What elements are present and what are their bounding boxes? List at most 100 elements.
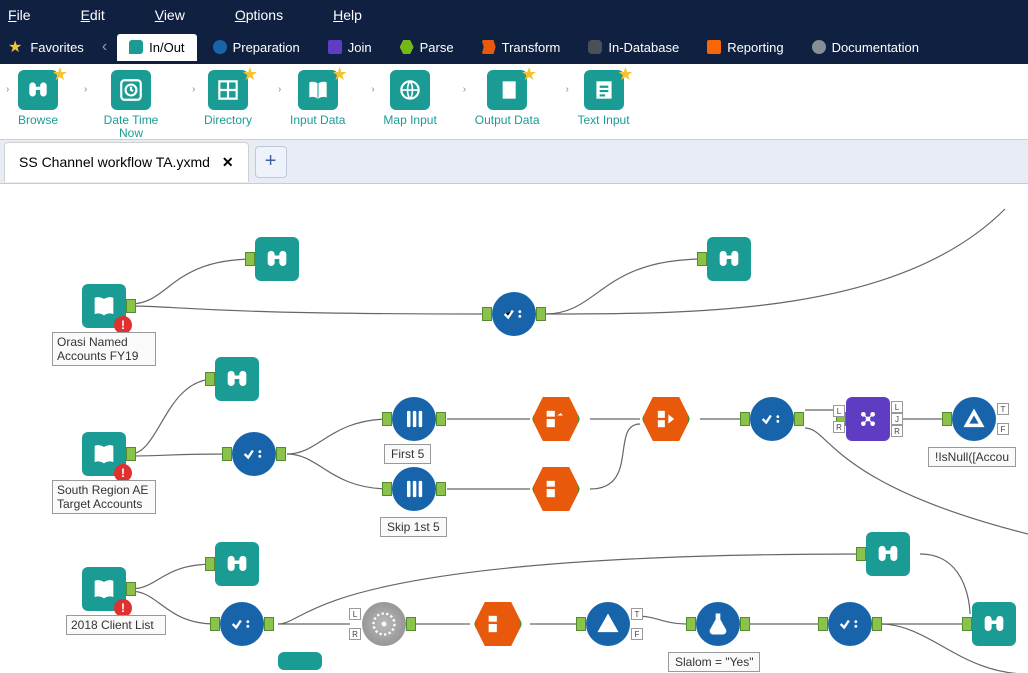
- book-icon: !: [82, 432, 126, 476]
- node-formula[interactable]: [696, 602, 740, 646]
- folder-icon: [129, 40, 143, 54]
- category-in-out[interactable]: In/Out: [117, 34, 196, 61]
- binoculars-icon: [707, 237, 751, 281]
- node-browse-2[interactable]: [707, 237, 751, 281]
- menu-view[interactable]: View: [155, 7, 185, 23]
- node-input-clients[interactable]: ! 2018 Client List: [82, 567, 126, 611]
- category-reporting[interactable]: Reporting: [695, 34, 795, 61]
- tool-palette: › ★ Browse › Date Time Now › ★ Directory…: [0, 64, 1028, 140]
- workflow-canvas[interactable]: ! Orasi Named Accounts FY19 ! South Regi…: [0, 184, 1028, 673]
- tool-map-input[interactable]: › Map Input: [383, 70, 436, 127]
- summarize-icon: [644, 397, 688, 441]
- annotation-first5: First 5: [384, 444, 431, 464]
- window-icon: ★: [208, 70, 248, 110]
- square-icon: [328, 40, 342, 54]
- node-browse-3[interactable]: [215, 357, 259, 401]
- book-icon: ★: [298, 70, 338, 110]
- node-transpose-2[interactable]: [534, 467, 578, 511]
- binoculars-icon: [972, 602, 1016, 646]
- chevron-icon: [482, 40, 496, 54]
- menu-options[interactable]: Options: [235, 7, 283, 23]
- category-ribbon: ★ Favorites ‹ In/Out Preparation Join Pa…: [0, 30, 1028, 64]
- transpose-icon: [534, 467, 578, 511]
- select-icon: [828, 602, 872, 646]
- category-documentation[interactable]: Documentation: [800, 34, 931, 61]
- node-partial[interactable]: [278, 652, 322, 670]
- tool-output-data[interactable]: › ★ Output Data: [475, 70, 540, 127]
- binoculars-icon: ★: [18, 70, 58, 110]
- text-page-icon: ★: [584, 70, 624, 110]
- binoculars-icon: [215, 357, 259, 401]
- flask-icon: [696, 602, 740, 646]
- node-sample-skip5[interactable]: [392, 467, 436, 511]
- node-browse-5[interactable]: [866, 532, 910, 576]
- category-transform[interactable]: Transform: [470, 34, 573, 61]
- tool-text-input[interactable]: › ★ Text Input: [578, 70, 630, 127]
- select-icon: [220, 602, 264, 646]
- node-saw[interactable]: L R: [362, 602, 406, 646]
- ribbon-prev-icon[interactable]: ‹: [96, 38, 113, 56]
- menu-file[interactable]: File: [8, 7, 31, 23]
- node-browse-4[interactable]: [215, 542, 259, 586]
- node-caption: Orasi Named Accounts FY19: [52, 332, 156, 366]
- transpose-icon: [534, 397, 578, 441]
- close-icon[interactable]: ✕: [222, 154, 234, 171]
- chevron-icon: ›: [6, 84, 9, 95]
- menu-help[interactable]: Help: [333, 7, 362, 23]
- binoculars-icon: [215, 542, 259, 586]
- annotation-isnull: !IsNull([Accou: [928, 447, 1016, 467]
- node-select-1[interactable]: [492, 292, 536, 336]
- category-in-database[interactable]: In-Database: [576, 34, 691, 61]
- node-filter-2[interactable]: T F: [586, 602, 630, 646]
- star-icon: ★: [52, 64, 68, 85]
- tool-datetime-now[interactable]: › Date Time Now: [96, 70, 166, 140]
- test-tubes-icon: [392, 397, 436, 441]
- node-transpose-3[interactable]: [644, 397, 688, 441]
- node-input-south[interactable]: ! South Region AE Target Accounts: [82, 432, 126, 476]
- globe-icon: [390, 70, 430, 110]
- node-select-2[interactable]: [232, 432, 276, 476]
- favorites-label[interactable]: Favorites: [30, 40, 83, 55]
- binoculars-icon: [255, 237, 299, 281]
- page-icon: [707, 40, 721, 54]
- bubble-icon: [812, 40, 826, 54]
- filter-icon: T F: [586, 602, 630, 646]
- binoculars-icon: [866, 532, 910, 576]
- book-icon: !: [82, 284, 126, 328]
- node-select-3[interactable]: [750, 397, 794, 441]
- folder-icon: [278, 652, 322, 670]
- node-filter-isnull[interactable]: T F: [952, 397, 996, 441]
- node-sample-first5[interactable]: [392, 397, 436, 441]
- tool-browse[interactable]: › ★ Browse: [18, 70, 58, 127]
- output-icon: ★: [487, 70, 527, 110]
- annotation-slalom: Slalom = "Yes": [668, 652, 760, 672]
- node-transpose-4[interactable]: [476, 602, 520, 646]
- node-transpose-1[interactable]: [534, 397, 578, 441]
- node-input-orasi[interactable]: ! Orasi Named Accounts FY19: [82, 284, 126, 328]
- tool-input-data[interactable]: › ★ Input Data: [290, 70, 345, 127]
- category-parse[interactable]: Parse: [388, 34, 466, 61]
- select-icon: [232, 432, 276, 476]
- node-select-4[interactable]: [220, 602, 264, 646]
- tool-directory[interactable]: › ★ Directory: [204, 70, 252, 127]
- category-preparation[interactable]: Preparation: [201, 34, 312, 61]
- workbook-tab[interactable]: SS Channel workflow TA.yxmd ✕: [4, 142, 249, 182]
- node-caption: South Region AE Target Accounts: [52, 480, 156, 514]
- select-icon: [492, 292, 536, 336]
- test-tubes-icon: [392, 467, 436, 511]
- node-join[interactable]: L J R L R: [846, 397, 890, 441]
- menu-edit[interactable]: Edit: [81, 7, 105, 23]
- node-browse-6[interactable]: [972, 602, 1016, 646]
- new-tab-button[interactable]: +: [255, 146, 287, 178]
- node-select-5[interactable]: [828, 602, 872, 646]
- saw-icon: L R: [362, 602, 406, 646]
- filter-icon: T F: [952, 397, 996, 441]
- join-icon: L J R L R: [846, 397, 890, 441]
- category-join[interactable]: Join: [316, 34, 384, 61]
- select-icon: [750, 397, 794, 441]
- node-browse-1[interactable]: [255, 237, 299, 281]
- favorites-star-icon: ★: [8, 37, 22, 57]
- hex-icon: [400, 40, 414, 54]
- tab-title: SS Channel workflow TA.yxmd: [19, 154, 210, 170]
- workbook-tabbar: SS Channel workflow TA.yxmd ✕ +: [0, 140, 1028, 184]
